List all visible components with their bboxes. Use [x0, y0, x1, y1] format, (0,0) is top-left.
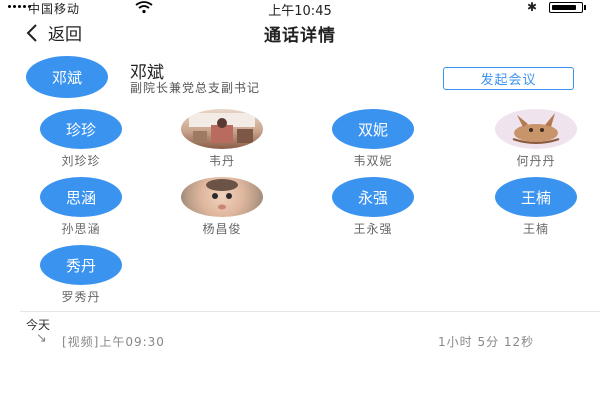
status-bar: 中国移动 上午10:45 ✱	[0, 0, 600, 19]
outgoing-call-icon: ↘	[36, 331, 47, 346]
member-item[interactable]: 王楠 王楠	[476, 177, 596, 237]
member-item[interactable]: 何丹丹	[476, 109, 596, 169]
battery-icon	[549, 2, 583, 13]
member-photo-avatar	[495, 109, 577, 149]
baby-photo-icon	[206, 179, 238, 210]
cartoon-cat-icon	[512, 113, 560, 144]
member-photo-avatar	[181, 109, 263, 149]
start-meeting-button[interactable]: 发起会议	[443, 67, 574, 90]
member-name: 韦双妮	[353, 154, 393, 168]
section-divider	[20, 311, 600, 312]
member-name: 何丹丹	[516, 154, 556, 168]
member-item[interactable]: 韦丹	[162, 109, 282, 169]
page-title: 通话详情	[264, 26, 336, 46]
member-avatar: 王楠	[495, 177, 577, 217]
member-name: 罗秀丹	[61, 290, 101, 304]
member-avatar: 双妮	[332, 109, 414, 149]
member-name: 王永强	[353, 222, 393, 236]
member-photo-avatar	[181, 177, 263, 217]
member-avatar: 珍珍	[40, 109, 122, 149]
member-avatar: 秀丹	[40, 245, 122, 285]
call-record-type-time: [视频]上午09:30	[62, 335, 165, 349]
member-name: 刘珍珍	[61, 154, 101, 168]
room-photo-icon	[189, 113, 255, 143]
host-avatar[interactable]: 邓斌	[26, 56, 108, 98]
member-item[interactable]: 杨昌俊	[162, 177, 282, 237]
nav-bar: 返回 通话详情	[0, 18, 600, 48]
member-avatar: 永强	[332, 177, 414, 217]
member-item[interactable]: 珍珍 刘珍珍	[21, 109, 141, 169]
member-avatar: 思涵	[40, 177, 122, 217]
member-name: 孙思涵	[61, 222, 101, 236]
member-name: 杨昌俊	[202, 222, 242, 236]
host-role: 副院长兼党总支副书记	[130, 81, 261, 95]
battery-tip	[584, 5, 586, 10]
member-item[interactable]: 永强 王永强	[313, 177, 433, 237]
member-name: 王楠	[522, 222, 549, 236]
bluetooth-icon: ✱	[527, 0, 538, 14]
clock: 上午10:45	[268, 4, 332, 19]
member-item[interactable]: 思涵 孙思涵	[21, 177, 141, 237]
member-name: 韦丹	[208, 154, 235, 168]
call-record-duration: 1小时 5分 12秒	[438, 335, 535, 349]
member-item[interactable]: 双妮 韦双妮	[313, 109, 433, 169]
member-item[interactable]: 秀丹 罗秀丹	[21, 245, 141, 305]
